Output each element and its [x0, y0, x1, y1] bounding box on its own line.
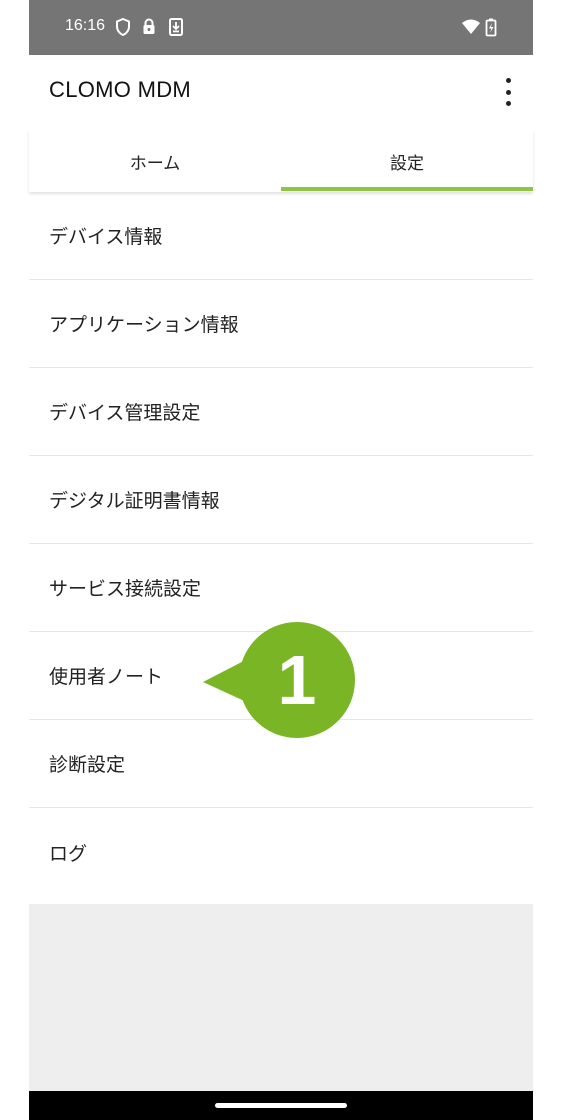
list-item-certificate-info[interactable]: デジタル証明書情報: [29, 456, 533, 544]
list-item-service-connection[interactable]: サービス接続設定: [29, 544, 533, 632]
shield-icon: [116, 18, 130, 36]
step-callout: 1: [203, 622, 355, 738]
more-vert-icon[interactable]: [497, 78, 519, 106]
list-item-app-info[interactable]: アプリケーション情報: [29, 280, 533, 368]
home-gesture-handle[interactable]: [215, 1103, 347, 1108]
tab-bar: ホーム 設定: [29, 130, 533, 192]
tab-home[interactable]: ホーム: [29, 130, 281, 192]
settings-list: デバイス情報 アプリケーション情報 デバイス管理設定 デジタル証明書情報 サービ…: [29, 192, 533, 896]
list-item-device-info[interactable]: デバイス情報: [29, 192, 533, 280]
navigation-bar: [29, 1091, 533, 1120]
phone-screen: 16:16 CLOMO MDM ホーム 設定 デバイス情報 アプリケーション情報…: [29, 0, 533, 1120]
tab-settings[interactable]: 設定: [281, 130, 533, 192]
app-title: CLOMO MDM: [49, 77, 192, 102]
battery-charging-icon: [485, 18, 497, 37]
empty-area: [29, 904, 533, 1091]
status-bar: 16:16: [29, 0, 533, 55]
callout-number: 1: [278, 641, 317, 719]
tab-indicator: [281, 187, 533, 191]
app-bar: CLOMO MDM: [29, 55, 533, 130]
download-icon: [169, 18, 183, 36]
list-item-log[interactable]: ログ: [29, 808, 533, 896]
list-item-device-management[interactable]: デバイス管理設定: [29, 368, 533, 456]
lock-icon: [143, 18, 155, 34]
status-time: 16:16: [65, 17, 106, 34]
wifi-icon: [462, 19, 480, 34]
